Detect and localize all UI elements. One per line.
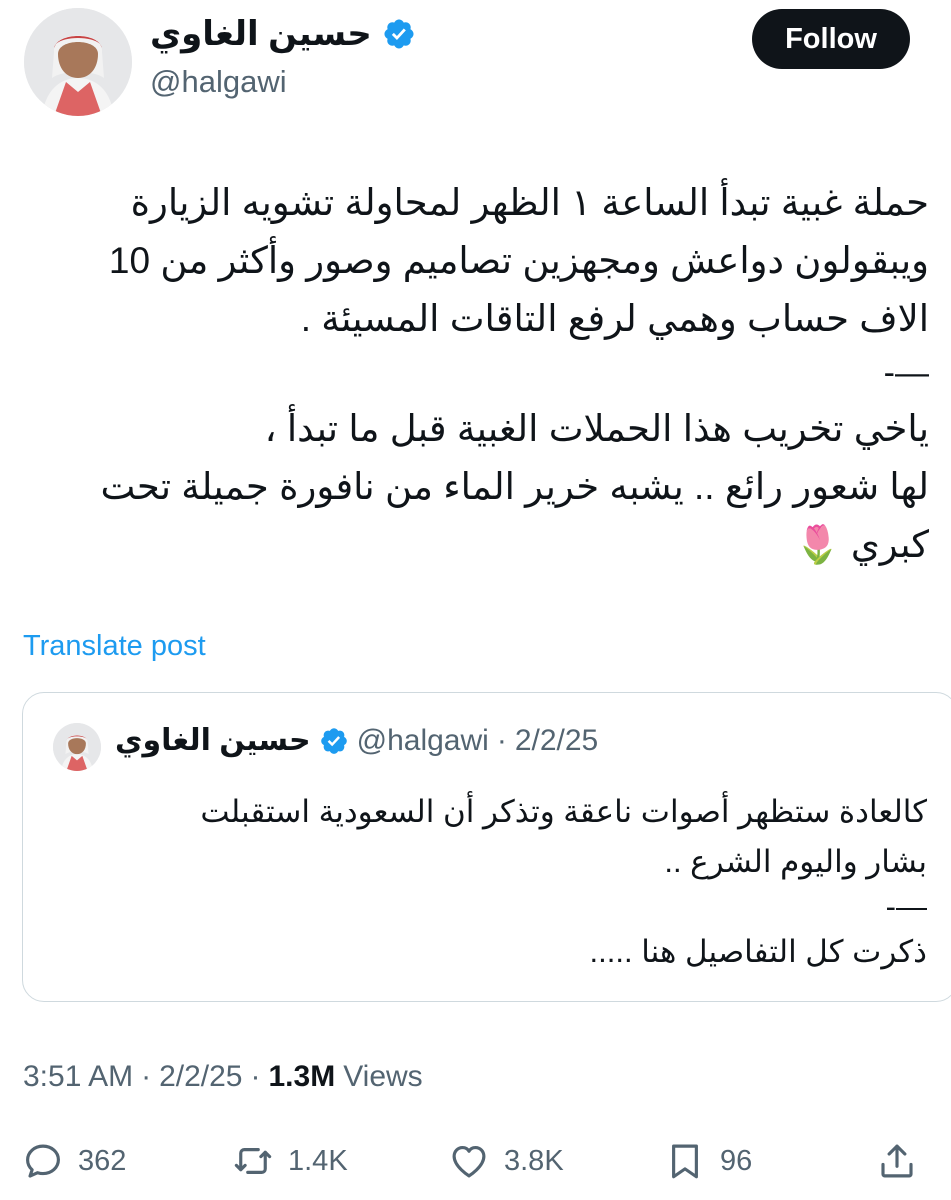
- tweet-line: الاف حساب وهمي لرفع التاقات المسيئة .: [300, 298, 929, 339]
- repost-count: 1.4K: [288, 1144, 348, 1177]
- like-icon: [452, 1145, 486, 1178]
- repost-button[interactable]: 1.4K: [232, 1140, 348, 1182]
- tweet-separator: —-: [883, 354, 929, 392]
- repost-icon: [234, 1148, 272, 1174]
- tweet-line: حملة غبية تبدأ الساعة ١ الظهر لمحاولة تش…: [130, 182, 929, 223]
- avatar-photo: [53, 723, 101, 771]
- reply-icon: [26, 1144, 60, 1178]
- like-count: 3.8K: [504, 1144, 564, 1177]
- quote-line: كالعادة ستظهر أصوات ناعقة وتذكر أن السعو…: [200, 794, 927, 829]
- verified-badge-icon: [320, 727, 347, 754]
- avatar-photo: [24, 8, 132, 116]
- follow-button[interactable]: Follow: [752, 9, 910, 69]
- tweet-meta: 3:51 AM · 2/2/25 · 1.3M Views: [23, 1060, 423, 1094]
- meta-separator: ·: [250, 1060, 261, 1093]
- quote-header: حسين الغاوي @halgawi · 2/2/25: [115, 723, 598, 758]
- reply-count: 362: [78, 1144, 127, 1177]
- reply-button[interactable]: 362: [22, 1140, 126, 1182]
- share-icon: [881, 1144, 913, 1178]
- quote-author-name: حسين الغاوي: [115, 724, 311, 757]
- quote-line: ذكرت كل التفاصيل هنا .....: [589, 934, 927, 969]
- tweet-date[interactable]: 2/2/25: [159, 1060, 242, 1094]
- tweet-line: كبري 🌷: [794, 524, 929, 565]
- tweet-text: حملة غبية تبدأ الساعة ١ الظهر لمحاولة تش…: [24, 174, 930, 574]
- tweet-line: ويبقولون دواعش ومجهزين تصاميم وصور وأكثر…: [108, 240, 929, 281]
- quote-author-handle: @halgawi: [356, 723, 489, 757]
- views-count: 1.3M: [268, 1060, 336, 1093]
- quote-separator-dot: ·: [496, 723, 507, 757]
- verified-badge-icon: [384, 19, 414, 49]
- bookmark-button[interactable]: 96: [664, 1140, 752, 1182]
- quoted-tweet-card[interactable]: حسين الغاوي @halgawi · 2/2/25 كالعادة ست…: [22, 692, 951, 1002]
- views-label: Views: [343, 1060, 423, 1093]
- bookmark-count: 96: [720, 1144, 753, 1177]
- quote-line: بشار واليوم الشرع ..: [664, 844, 927, 879]
- quote-date: 2/2/25: [514, 723, 599, 757]
- author-handle[interactable]: @halgawi: [150, 64, 287, 100]
- tweet-time[interactable]: 3:51 AM: [23, 1060, 133, 1094]
- quote-text: كالعادة ستظهر أصوات ناعقة وتذكر أن السعو…: [67, 787, 927, 977]
- translate-post-link[interactable]: Translate post: [23, 630, 206, 663]
- like-button[interactable]: 3.8K: [448, 1140, 564, 1182]
- tweet-line: لها شعور رائع .. يشبه خرير الماء من نافو…: [100, 466, 930, 507]
- author-avatar[interactable]: [24, 8, 132, 116]
- tweet-line: ياخي تخريب هذا الحملات الغبية قبل ما تبد…: [264, 408, 929, 449]
- meta-separator: ·: [141, 1060, 152, 1093]
- author-name-row: حسين الغاوي: [150, 14, 416, 54]
- author-display-name[interactable]: حسين الغاوي: [150, 14, 372, 54]
- quote-separator: —-: [885, 889, 927, 924]
- quote-author-avatar: [53, 723, 101, 771]
- bookmark-icon: [672, 1144, 698, 1179]
- share-button[interactable]: [876, 1140, 918, 1182]
